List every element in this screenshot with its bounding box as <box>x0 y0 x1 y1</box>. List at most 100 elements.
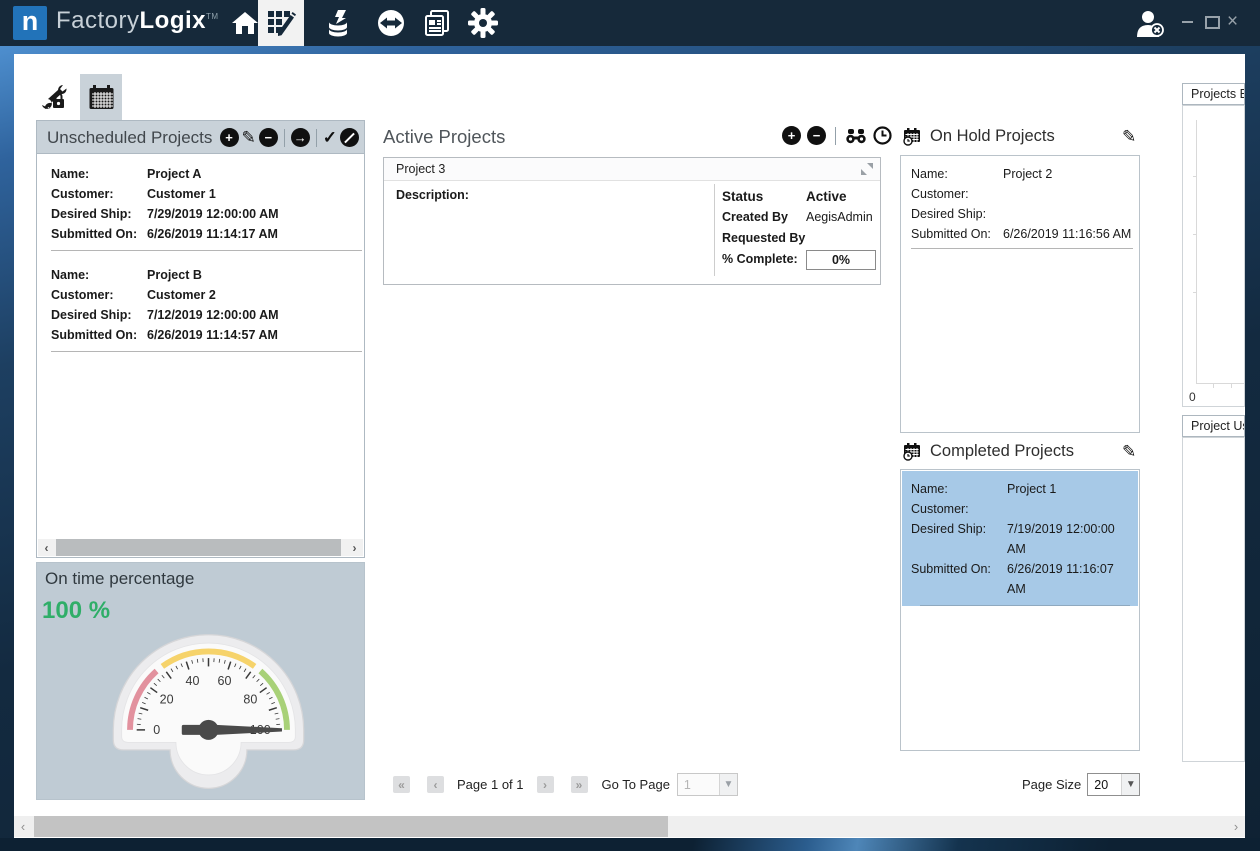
list-item[interactable]: Name:Project A Customer:Customer 1 Desir… <box>37 154 364 244</box>
page-indicator: Page 1 of 1 <box>457 777 524 792</box>
scroll-left-icon[interactable]: ‹ <box>38 539 55 556</box>
minimize-button[interactable] <box>1182 21 1193 23</box>
axis-tick <box>1193 234 1197 235</box>
field-label: Customer: <box>911 499 1007 519</box>
page-size-bar: Page Size 20 ▼ <box>1022 773 1140 796</box>
svg-text:0: 0 <box>153 723 160 737</box>
tab-scheduling[interactable] <box>80 74 122 120</box>
previous-page-icon[interactable]: ‹ <box>427 776 444 793</box>
maximize-button[interactable] <box>1205 16 1220 29</box>
logout-user-button[interactable] <box>1134 9 1168 39</box>
on-hold-title: On Hold Projects <box>930 127 1055 146</box>
accept-check-icon[interactable]: ✓ <box>323 129 337 146</box>
completed-title: Completed Projects <box>930 442 1074 461</box>
on-hold-list: Name:Project 2 Customer: Desired Ship: S… <box>900 155 1140 433</box>
entry-separator <box>51 351 362 352</box>
list-item[interactable]: Name:Project B Customer:Customer 2 Desir… <box>37 251 364 345</box>
nav-distribution-button[interactable] <box>368 0 414 46</box>
chart-y-axis <box>1196 120 1197 384</box>
nav-reports-button[interactable] <box>414 0 460 46</box>
project-name: Project A <box>147 164 201 184</box>
go-to-page-value: 1 <box>678 778 719 792</box>
user-logout-icon <box>1134 9 1168 39</box>
entry-separator <box>920 605 1130 606</box>
add-icon[interactable]: + <box>782 126 801 145</box>
scrollbar-thumb[interactable] <box>56 539 341 556</box>
next-page-icon[interactable]: › <box>537 776 554 793</box>
move-right-icon[interactable]: → <box>291 128 310 147</box>
nav-settings-button[interactable] <box>460 0 506 46</box>
remove-icon[interactable]: − <box>259 128 278 147</box>
project-customer: Customer 1 <box>147 184 216 204</box>
description-label: Description: <box>396 188 469 202</box>
svg-text:80: 80 <box>243 693 257 707</box>
project-usage-panel-header[interactable]: Project Us <box>1182 415 1245 437</box>
toolbar-separator <box>835 127 836 145</box>
titlebar: n FactoryLogixTM <box>0 0 1260 46</box>
active-projects-title: Active Projects <box>383 126 505 148</box>
unscheduled-list: Name:Project A Customer:Customer 1 Desir… <box>36 153 365 558</box>
axis-tick <box>1213 384 1214 388</box>
nav-materials-button[interactable] <box>316 0 362 46</box>
projects-by-chart: 0 <box>1182 105 1245 407</box>
go-to-page-select[interactable]: 1 ▼ <box>677 773 738 796</box>
scroll-right-icon[interactable]: › <box>1227 816 1245 837</box>
gear-icon <box>467 7 499 39</box>
chevron-down-icon: ▼ <box>719 774 737 795</box>
tab-configuration[interactable] <box>30 74 76 120</box>
card-divider <box>714 184 715 276</box>
project-ship: 7/29/2019 12:00:00 AM <box>147 204 279 224</box>
list-item-selected[interactable]: Name:Project 1 Customer: Desired Ship:7/… <box>902 471 1138 606</box>
find-binoculars-icon[interactable] <box>845 128 867 144</box>
remove-icon[interactable]: − <box>807 126 826 145</box>
first-page-icon[interactable]: « <box>393 776 410 793</box>
reports-pages-icon <box>422 8 452 38</box>
axis-tick <box>1193 292 1197 293</box>
field-label: Submitted On: <box>911 559 1007 599</box>
brand-factory: Factory <box>56 7 140 34</box>
page-size-label: Page Size <box>1022 777 1081 792</box>
unscheduled-title: Unscheduled Projects <box>47 128 220 148</box>
cancel-icon[interactable] <box>340 128 359 147</box>
calendar-clock-icon <box>903 128 922 146</box>
close-button[interactable]: × <box>1227 11 1238 33</box>
scroll-left-icon[interactable]: ‹ <box>14 816 32 837</box>
calendar-icon <box>88 84 115 111</box>
on-hold-header: On Hold Projects <box>903 127 1055 146</box>
last-page-icon[interactable]: » <box>571 776 588 793</box>
projects-by-panel-header[interactable]: Projects B <box>1182 83 1245 105</box>
calendar-clock-icon <box>903 443 922 461</box>
project-submitted: 6/26/2019 11:14:57 AM <box>147 325 278 345</box>
list-item[interactable]: Name:Project 2 Customer: Desired Ship: S… <box>901 156 1139 244</box>
field-label: Desired Ship: <box>51 204 147 224</box>
percent-complete-value: 0% <box>806 250 876 270</box>
brand-trademark: TM <box>206 12 219 21</box>
scroll-right-icon[interactable]: › <box>346 539 363 556</box>
app-logo: n <box>13 6 47 40</box>
project-submitted: 6/26/2019 11:14:17 AM <box>147 224 278 244</box>
brand-text: FactoryLogixTM <box>56 7 219 35</box>
page-size-select[interactable]: 20 ▼ <box>1087 773 1140 796</box>
field-label: Submitted On: <box>911 224 1003 244</box>
on-time-percentage-panel: On time percentage 100 % 020406080100 <box>36 562 365 800</box>
field-label: Name: <box>51 265 147 285</box>
field-label: Submitted On: <box>51 325 147 345</box>
field-label: Name: <box>51 164 147 184</box>
edit-pencil-icon[interactable]: ✎ <box>1122 127 1136 147</box>
bottom-horizontal-scrollbar[interactable]: ‹ › <box>14 816 1245 837</box>
edit-pencil-icon[interactable]: ✎ <box>1122 442 1136 462</box>
brand-logix: Logix <box>140 7 207 34</box>
nav-scheduling-button[interactable] <box>258 0 304 46</box>
history-clock-icon[interactable] <box>873 126 892 145</box>
logo-letter: n <box>22 6 39 36</box>
add-icon[interactable]: + <box>220 128 239 147</box>
field-label: Submitted On: <box>51 224 147 244</box>
gauge-title: On time percentage <box>45 569 194 589</box>
scrollbar-thumb[interactable] <box>34 816 668 837</box>
page-size-value: 20 <box>1088 778 1121 792</box>
expand-icon[interactable] <box>861 163 873 175</box>
edit-pencil-icon[interactable]: ✎ <box>242 129 256 146</box>
horizontal-scrollbar[interactable]: ‹ › <box>38 539 363 556</box>
project-card-header[interactable]: Project 3 <box>384 158 880 181</box>
active-projects-toolbar: + − <box>782 126 892 145</box>
